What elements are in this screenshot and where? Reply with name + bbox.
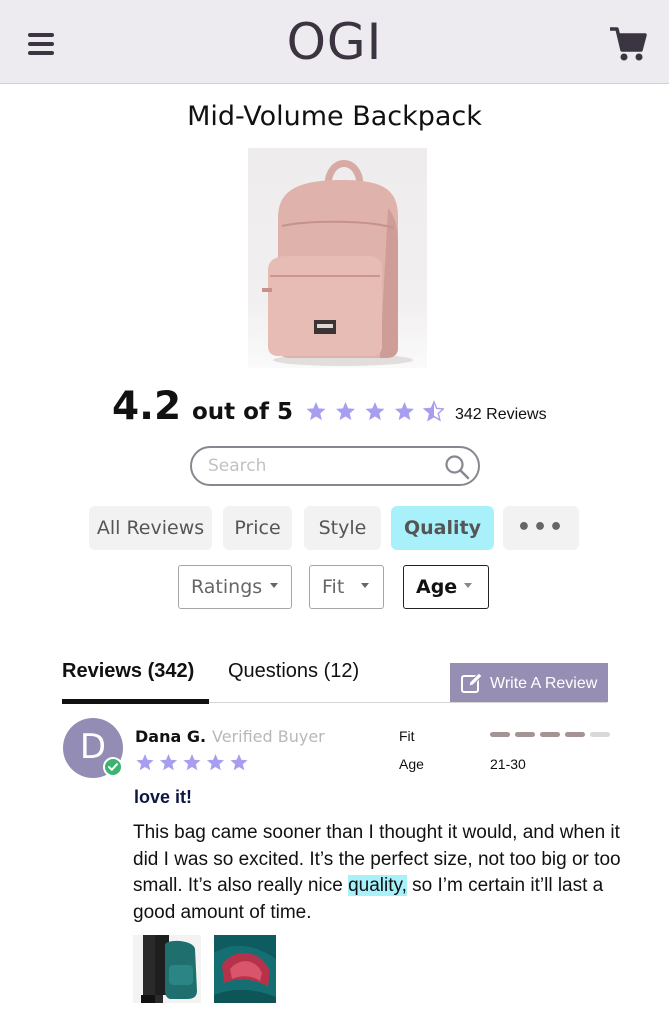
fit-bar-segment bbox=[590, 732, 610, 737]
filter-label: Style bbox=[318, 517, 367, 539]
fit-bar-segment bbox=[515, 732, 535, 737]
review-title: love it! bbox=[134, 787, 193, 807]
fit-dropdown[interactable]: Fit bbox=[309, 565, 384, 609]
backpack-illustration bbox=[262, 160, 413, 366]
star-icon bbox=[206, 754, 225, 771]
search-input[interactable] bbox=[208, 454, 438, 478]
chevron-down-icon bbox=[361, 583, 369, 588]
brand-logo[interactable]: OGI bbox=[0, 13, 669, 71]
top-app-bar: OGI bbox=[0, 0, 669, 84]
fit-label: Fit bbox=[399, 728, 415, 744]
rating-out-of: out of 5 bbox=[192, 399, 293, 425]
chevron-down-icon bbox=[464, 583, 472, 588]
filter-quality[interactable]: Quality bbox=[391, 506, 494, 550]
write-review-label: Write A Review bbox=[490, 675, 598, 692]
ratings-dropdown[interactable]: Ratings bbox=[178, 565, 292, 609]
write-review-button[interactable]: Write A Review bbox=[450, 663, 608, 702]
fit-bar-segment bbox=[565, 732, 585, 737]
edit-icon bbox=[461, 672, 483, 693]
filter-price[interactable]: Price bbox=[223, 506, 292, 550]
review-photo[interactable] bbox=[214, 935, 282, 1003]
dropdown-label: Ratings bbox=[191, 576, 263, 598]
shopping-cart-icon[interactable] bbox=[608, 25, 648, 65]
product-image[interactable] bbox=[248, 148, 427, 368]
filter-label: Price bbox=[234, 517, 281, 539]
more-dots-icon: ••• bbox=[516, 515, 566, 540]
fit-bar-segment bbox=[490, 732, 510, 737]
star-icon bbox=[394, 402, 415, 421]
star-icon bbox=[136, 754, 154, 771]
filter-label: Quality bbox=[404, 517, 481, 539]
active-tab-indicator bbox=[62, 699, 209, 704]
review-stars bbox=[136, 754, 248, 771]
chevron-down-icon bbox=[270, 583, 278, 588]
more-filters-button[interactable]: ••• bbox=[503, 506, 579, 550]
review-count[interactable]: 342 Reviews bbox=[455, 406, 547, 424]
review-photo[interactable] bbox=[133, 935, 201, 1003]
filter-all-reviews[interactable]: All Reviews bbox=[89, 506, 212, 550]
star-icon bbox=[230, 754, 248, 771]
tab-questions[interactable]: Questions (12) bbox=[228, 660, 359, 683]
rating-stars bbox=[306, 400, 444, 422]
star-icon bbox=[422, 400, 444, 422]
rating-score: 4.2 bbox=[112, 384, 182, 429]
fit-bar-segment bbox=[540, 732, 560, 737]
product-title: Mid-Volume Backpack bbox=[187, 101, 482, 132]
age-dropdown[interactable]: Age bbox=[403, 565, 489, 609]
search-box[interactable] bbox=[190, 446, 480, 486]
review-body: This bag came sooner than I thought it w… bbox=[133, 820, 643, 926]
age-value: 21-30 bbox=[490, 756, 526, 772]
photo-thumbnail bbox=[133, 935, 201, 1003]
star-icon bbox=[335, 402, 356, 421]
star-icon bbox=[306, 402, 326, 421]
age-label: Age bbox=[399, 756, 424, 772]
highlighted-keyword: quality, bbox=[348, 875, 407, 896]
filter-label: All Reviews bbox=[96, 517, 205, 539]
reviewer-name: Dana G. bbox=[135, 727, 207, 746]
filter-style[interactable]: Style bbox=[304, 506, 381, 550]
star-icon bbox=[183, 754, 201, 771]
dropdown-label: Fit bbox=[322, 576, 345, 598]
verified-buyer-badge: Verified Buyer bbox=[212, 727, 325, 746]
star-icon bbox=[365, 402, 385, 421]
tab-reviews[interactable]: Reviews (342) bbox=[62, 660, 194, 683]
rating-summary: 4.2 out of 5 342 Reviews bbox=[112, 380, 582, 430]
search-icon[interactable] bbox=[444, 454, 470, 480]
verified-check-icon bbox=[103, 757, 123, 777]
fit-rating-bar bbox=[490, 732, 612, 738]
photo-thumbnail bbox=[214, 935, 276, 1003]
dropdown-label: Age bbox=[416, 576, 458, 598]
star-icon bbox=[159, 754, 178, 771]
